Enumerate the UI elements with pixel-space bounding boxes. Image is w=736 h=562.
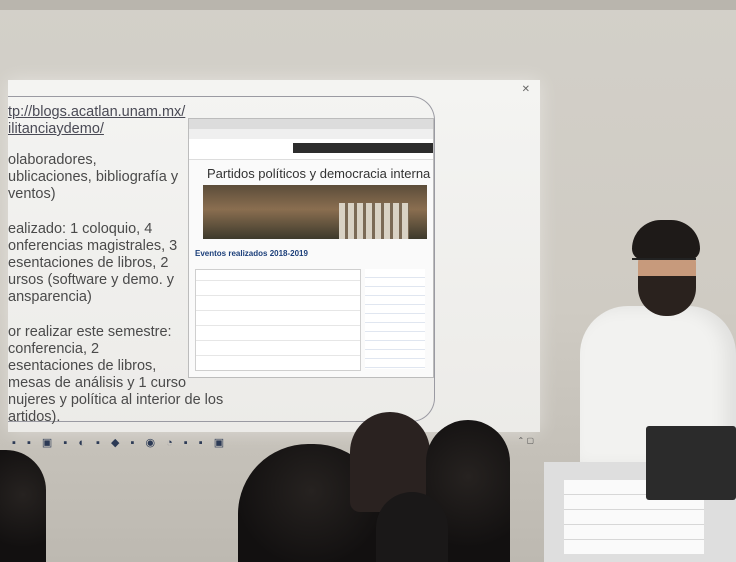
browser-address-bar: [189, 129, 433, 139]
browser-screenshot: Partidos políticos y democracia interna …: [188, 118, 434, 378]
site-title: Partidos políticos y democracia interna: [207, 166, 431, 181]
site-banner-image: [203, 185, 427, 239]
browser-tabs: [189, 119, 433, 129]
system-tray: ⌃ ▢: [517, 436, 534, 445]
site-sidebar: [365, 269, 425, 369]
presenter-hair: [632, 220, 700, 260]
taskbar-icons: ▪ ▪ ▣ ▪ ◐ ▪ ◆ ▪ ◉ ◔ ▪ ▪ ▣: [12, 437, 229, 449]
projection-screen: ✕ tp://blogs.acatlan.unam.mx/ilitanciayd…: [8, 80, 540, 432]
ceiling: [0, 0, 736, 10]
audience-head-back: [376, 492, 448, 562]
site-nav: [293, 143, 433, 153]
close-icon: ✕: [521, 84, 530, 95]
audience-head-left: [0, 450, 46, 562]
events-heading: Eventos realizados 2018-2019: [195, 249, 308, 258]
events-table: [195, 269, 361, 371]
university-logo: [193, 142, 233, 156]
site-header: [189, 139, 433, 160]
url-line-1: tp://blogs.acatlan.unam.mx/: [8, 104, 186, 120]
url-line-2: ilitanciaydemo/: [8, 121, 104, 137]
presenter-glasses: [632, 258, 696, 270]
monitor: [646, 426, 736, 500]
